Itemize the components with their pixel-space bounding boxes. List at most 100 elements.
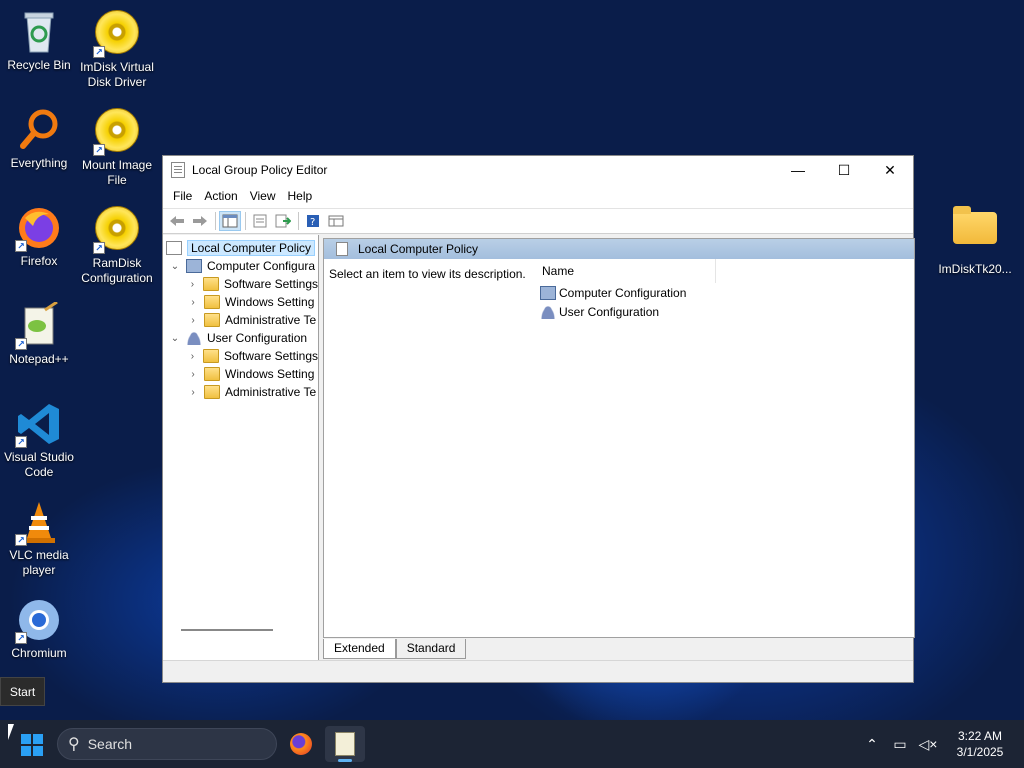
- tree-item-user-windows-settings[interactable]: › Windows Setting: [163, 365, 318, 383]
- chevron-right-icon[interactable]: ›: [187, 387, 199, 398]
- horizontal-scrollbar[interactable]: [181, 629, 273, 631]
- view-tabs: Extended Standard: [323, 639, 467, 659]
- volume-muted-icon[interactable]: ◁×: [914, 736, 942, 753]
- tab-standard[interactable]: Standard: [395, 639, 467, 659]
- menu-bar: File Action View Help: [163, 184, 913, 208]
- menu-action[interactable]: Action: [198, 189, 243, 203]
- minimize-button[interactable]: —: [775, 156, 821, 184]
- magnifier-icon: [15, 106, 63, 154]
- list-item-computer-configuration[interactable]: Computer Configuration: [526, 283, 916, 302]
- group-policy-editor-window[interactable]: Local Group Policy Editor — ☐ ✕ File Act…: [162, 155, 915, 683]
- list-item-user-configuration[interactable]: User Configuration: [526, 302, 916, 321]
- vscode-icon: ↗: [15, 400, 63, 448]
- menu-help[interactable]: Help: [282, 189, 319, 203]
- tree-item-computer-configuration[interactable]: ⌄ Computer Configura: [163, 257, 318, 275]
- shortcut-arrow-icon: ↗: [15, 338, 27, 350]
- show-hide-tree-icon[interactable]: [219, 211, 241, 231]
- tree-item-user-administrative-templates[interactable]: › Administrative Te: [163, 383, 318, 401]
- clock-date: 3/1/2025: [956, 745, 1004, 759]
- folder-icon: [204, 295, 220, 309]
- chevron-right-icon[interactable]: ›: [187, 297, 199, 308]
- filter-view-icon[interactable]: [325, 211, 347, 231]
- tree-item-local-computer-policy[interactable]: Local Computer Policy: [163, 239, 318, 257]
- toolbar-separator: [298, 212, 299, 230]
- desktop-icon-label: Notepad++: [9, 352, 69, 366]
- window-title: Local Group Policy Editor: [192, 163, 328, 177]
- desktop-icon-everything[interactable]: Everything: [0, 106, 79, 171]
- network-icon[interactable]: ▭: [886, 736, 914, 753]
- active-indicator: [338, 759, 352, 762]
- system-tray: ⌃ ▭ ◁× 3:22 AM 3/1/2025: [858, 720, 1024, 768]
- items-list: Name Computer Configuration User Configu…: [526, 259, 916, 629]
- menu-file[interactable]: File: [167, 189, 198, 203]
- tree-item-administrative-templates[interactable]: › Administrative Te: [163, 311, 318, 329]
- svg-text:?: ?: [310, 217, 315, 228]
- desktop-icon-mount-image[interactable]: ↗ Mount Image File: [77, 106, 157, 188]
- taskbar-group-policy-editor[interactable]: [325, 726, 365, 762]
- desktop-icon-label: Everything: [10, 156, 68, 170]
- desktop-icon-notepadpp[interactable]: ↗ Notepad++: [0, 300, 79, 367]
- start-tooltip: Start: [0, 677, 45, 706]
- firefox-icon: ↗: [15, 204, 63, 252]
- tree-item-software-settings[interactable]: › Software Settings: [163, 275, 318, 293]
- desktop-icon-label: ImDisk Virtual Disk Driver: [80, 60, 154, 89]
- tree-item-user-software-settings[interactable]: › Software Settings: [163, 347, 318, 365]
- desktop-icon-imdisk[interactable]: ↗ ImDisk Virtual Disk Driver: [77, 8, 157, 90]
- shortcut-arrow-icon: ↗: [93, 144, 105, 156]
- clock-time: 3:22 AM: [957, 729, 1003, 743]
- desktop-icon-recycle-bin[interactable]: Recycle Bin: [0, 8, 79, 73]
- folder-icon: [951, 206, 999, 260]
- chevron-right-icon[interactable]: ›: [187, 369, 199, 380]
- tree-pane[interactable]: Local Computer Policy ⌄ Computer Configu…: [163, 235, 319, 661]
- menu-view[interactable]: View: [244, 189, 282, 203]
- tree-item-user-configuration[interactable]: ⌄ User Configuration: [163, 329, 318, 347]
- desktop-icon-vscode[interactable]: ↗ Visual Studio Code: [0, 400, 79, 480]
- desktop-icon-firefox[interactable]: ↗ Firefox: [0, 204, 79, 269]
- shortcut-arrow-icon: ↗: [93, 242, 105, 254]
- policy-app-icon: [335, 732, 355, 756]
- properties-icon[interactable]: [249, 211, 271, 231]
- desktop-icon-ramdisk[interactable]: ↗ RamDisk Configuration: [77, 204, 157, 286]
- details-header: Local Computer Policy: [324, 239, 914, 259]
- desktop-icon-label: Mount Image File: [81, 158, 153, 187]
- firefox-icon: [290, 733, 312, 755]
- chevron-right-icon[interactable]: ›: [187, 351, 198, 362]
- close-button[interactable]: ✕: [867, 156, 913, 184]
- chevron-right-icon[interactable]: ›: [187, 279, 198, 290]
- desktop-icon-label: Chromium: [11, 646, 67, 660]
- details-pane: Local Computer Policy Select an item to …: [323, 238, 915, 638]
- tree-item-windows-settings[interactable]: › Windows Setting: [163, 293, 318, 311]
- chevron-down-icon[interactable]: ⌄: [169, 333, 181, 344]
- desktop-icon-vlc[interactable]: ↗ VLC media player: [0, 498, 79, 578]
- start-button[interactable]: [14, 730, 50, 760]
- chevron-right-icon[interactable]: ›: [187, 315, 199, 326]
- desktop-icon-chromium[interactable]: ↗ Chromium: [0, 596, 79, 661]
- search-placeholder: Search: [87, 736, 133, 752]
- disc-icon: ↗: [93, 108, 141, 156]
- user-icon: [186, 331, 202, 345]
- clock[interactable]: 3:22 AM 3/1/2025: [942, 728, 1018, 760]
- desktop-icon-imdisktk-folder[interactable]: ImDiskTk20...: [935, 202, 1015, 277]
- tab-extended[interactable]: Extended: [323, 639, 396, 659]
- mouse-cursor-icon: [8, 724, 14, 740]
- taskbar-search[interactable]: ⚲ Search: [57, 728, 277, 760]
- taskbar: ⚲ Search ⌃ ▭ ◁× 3:22 AM 3/1/2025: [0, 720, 1024, 768]
- taskbar-firefox[interactable]: [281, 726, 321, 762]
- shortcut-arrow-icon: ↗: [93, 46, 105, 58]
- policy-icon: [336, 242, 348, 256]
- chromium-icon: ↗: [15, 596, 63, 644]
- export-list-icon[interactable]: [272, 211, 294, 231]
- forward-arrow-icon[interactable]: [189, 211, 211, 231]
- back-arrow-icon[interactable]: [166, 211, 188, 231]
- title-bar[interactable]: Local Group Policy Editor — ☐ ✕: [163, 156, 913, 184]
- maximize-button[interactable]: ☐: [821, 156, 867, 184]
- chevron-down-icon[interactable]: ⌄: [169, 261, 181, 272]
- help-icon[interactable]: ?: [302, 211, 324, 231]
- desktop-icon-label: Firefox: [20, 254, 58, 268]
- chevron-up-icon[interactable]: ⌃: [858, 736, 886, 753]
- column-header-name[interactable]: Name: [526, 259, 716, 283]
- disc-icon: ↗: [93, 206, 141, 254]
- windows-logo-icon: [21, 734, 43, 756]
- toolbar-separator: [215, 212, 216, 230]
- desktop-icon-label: Visual Studio Code: [4, 450, 74, 479]
